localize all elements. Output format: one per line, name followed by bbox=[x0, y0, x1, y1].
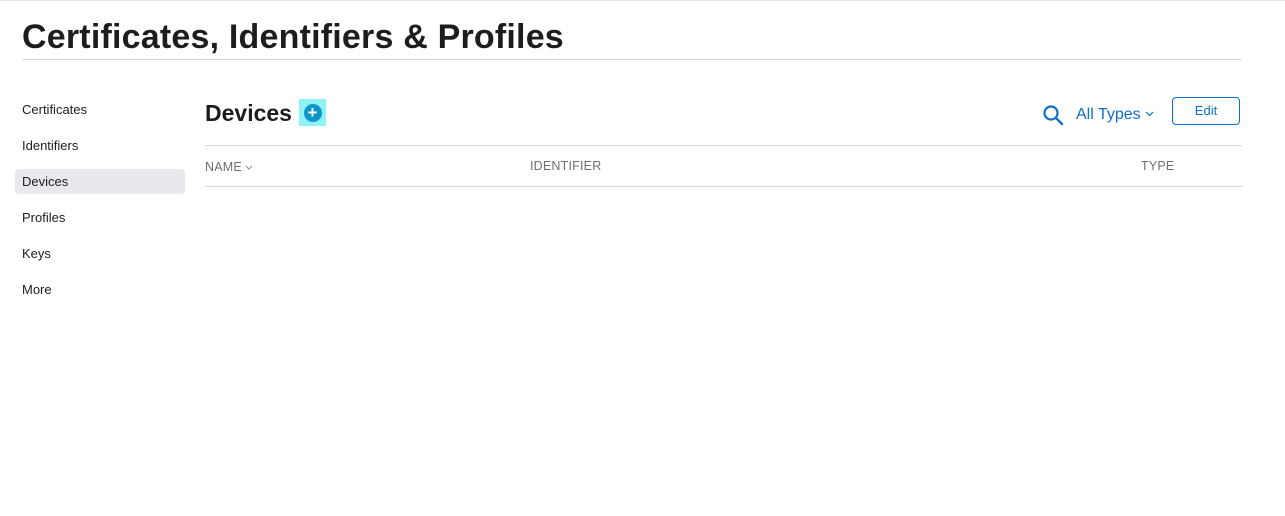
column-header-type: TYPE bbox=[1141, 159, 1175, 173]
sidebar-item-identifiers[interactable]: Identifiers bbox=[15, 133, 185, 158]
chevron-down-icon bbox=[1145, 102, 1154, 124]
edit-button[interactable]: Edit bbox=[1172, 97, 1240, 125]
section-header: Devices + All Types Edit bbox=[205, 95, 1242, 146]
column-header-name[interactable]: NAME bbox=[205, 146, 253, 187]
plus-circle-icon: + bbox=[303, 103, 322, 122]
main-content: Devices + All Types Edit NAME IDENTIFIER… bbox=[205, 95, 1242, 187]
column-header-identifier: IDENTIFIER bbox=[530, 159, 602, 173]
search-icon bbox=[1043, 105, 1064, 126]
chevron-down-icon bbox=[245, 146, 253, 186]
page-header: Certificates, Identifiers & Profiles bbox=[22, 15, 1242, 60]
sidebar-item-more[interactable]: More bbox=[15, 277, 185, 302]
type-filter-label: All Types bbox=[1076, 106, 1141, 123]
search-button[interactable] bbox=[1042, 104, 1064, 126]
sidebar-item-keys[interactable]: Keys bbox=[15, 241, 185, 266]
section-title: Devices bbox=[205, 100, 292, 126]
sidebar: Certificates Identifiers Devices Profile… bbox=[15, 97, 185, 313]
table-header: NAME IDENTIFIER TYPE bbox=[205, 146, 1242, 187]
column-header-name-label: NAME bbox=[205, 160, 242, 174]
sidebar-item-certificates[interactable]: Certificates bbox=[15, 97, 185, 122]
add-device-button[interactable]: + bbox=[299, 99, 326, 126]
sidebar-item-devices[interactable]: Devices bbox=[15, 169, 185, 194]
type-filter-dropdown[interactable]: All Types bbox=[1076, 102, 1154, 124]
sidebar-item-profiles[interactable]: Profiles bbox=[15, 205, 185, 230]
page-title: Certificates, Identifiers & Profiles bbox=[22, 18, 564, 56]
page: Certificates, Identifiers & Profiles Cer… bbox=[0, 0, 1285, 516]
